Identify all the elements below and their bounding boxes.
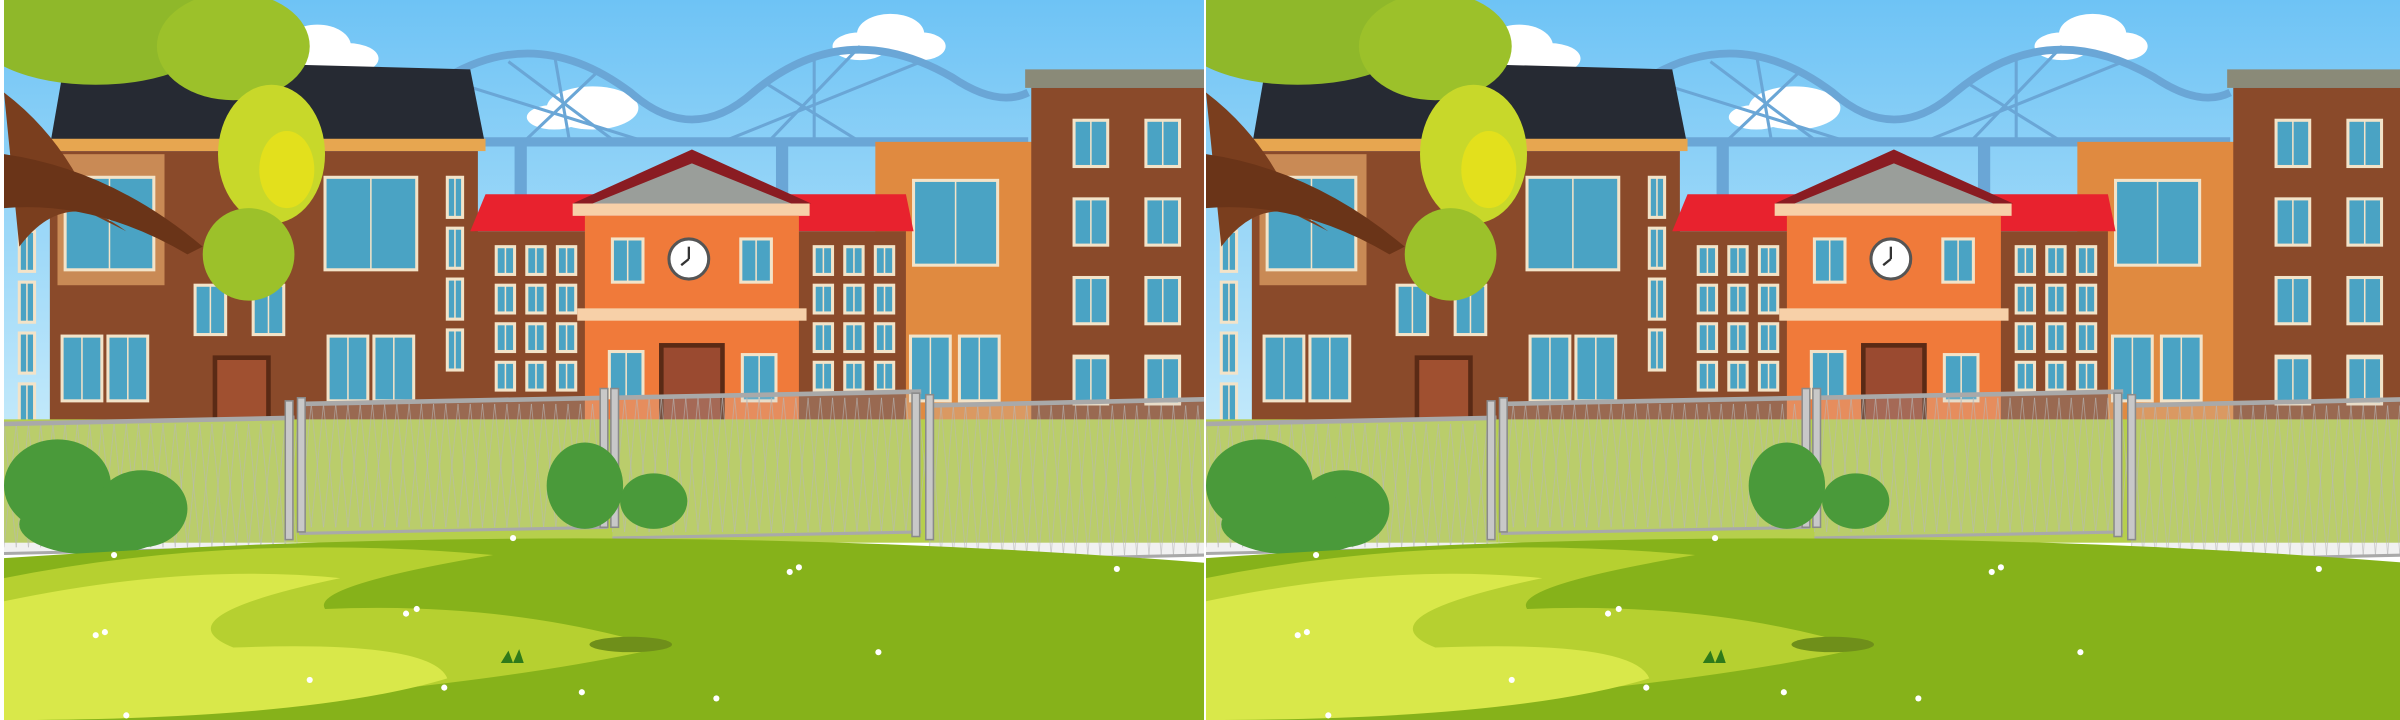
fence-post — [1498, 397, 1508, 533]
door — [212, 355, 271, 427]
fence-post — [2113, 392, 2123, 538]
clock — [1869, 237, 1913, 281]
ground-shadow — [1791, 636, 1875, 653]
right-scene-panel[interactable] — [1206, 0, 2400, 720]
fence-post — [925, 393, 935, 541]
door — [1414, 355, 1473, 427]
left-scene-panel[interactable] — [4, 0, 1204, 720]
fence-post — [296, 397, 306, 533]
ground-shadow — [589, 636, 673, 653]
chain-link-fence — [2130, 397, 2400, 563]
right-tower-building — [1025, 69, 1204, 428]
fence-post — [2127, 393, 2137, 541]
fence-post — [911, 392, 921, 538]
chain-link-fence — [928, 397, 1204, 563]
right-tower-building — [2227, 69, 2400, 428]
fence-post — [284, 400, 294, 541]
fence-post — [1486, 400, 1496, 541]
